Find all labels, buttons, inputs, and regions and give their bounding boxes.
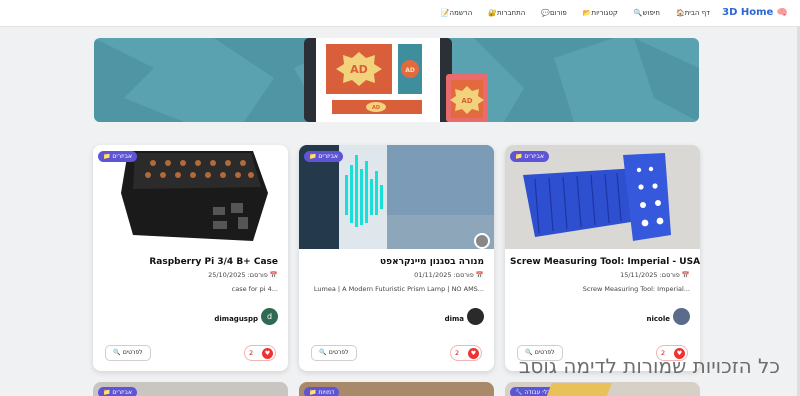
brain-icon: 🧠 [776,8,788,18]
model-card[interactable]: 📁 אביזרים [93,382,288,396]
like-button[interactable]: 2 ♥ [450,345,482,361]
watermark-shape [544,383,612,396]
avatar[interactable] [673,308,690,325]
ad-tablet-label: AD [461,97,472,105]
nav-categories[interactable]: 📂קטגוריות [581,9,618,17]
brand-logo[interactable]: 3D Home 🧠 [722,7,788,18]
model-card[interactable]: 📁 אביזרים מנורה בסגנון מיינקראפט 📅 פורסם… [299,145,494,371]
details-button[interactable]: 🔍 לפרטים [311,345,357,361]
copyright-watermark: כל הזכויות שמורות לדימה גוסב [518,354,780,378]
model-image[interactable]: 📁 אביזרים [93,145,288,249]
heart-icon: ♥ [262,348,273,359]
avatar[interactable]: d [261,308,278,325]
ad-bar-label: AD [372,105,380,111]
category-badge[interactable]: 📁 אביזרים [510,151,549,162]
like-count: 2 [249,349,254,357]
publish-date: 📅 פורסם: 25/10/2025 [208,271,278,279]
ad-banner-illustration: AD AD AD AD [94,38,699,122]
author-name[interactable]: dimaguspp [214,315,258,323]
nav-register[interactable]: 📝הרשמה [439,9,473,17]
author-name[interactable]: dima [445,315,464,323]
speech-bubble-icon: 💬 [541,9,551,17]
heart-icon: ♥ [468,348,479,359]
model-description: Screw Measuring Tool: Imperial... [582,285,690,293]
avatar[interactable] [467,308,484,325]
nav-forum-label: פורום [550,9,567,17]
category-badge[interactable]: 📁 אביזרים [98,151,137,162]
model-title[interactable]: Raspberry Pi 3/4 B+ Case [98,257,278,267]
lock-icon: 🔐 [488,9,498,17]
model-description: case for pi 4... [231,285,278,293]
nav-links: 🏠דף הבית 🔍חיפוש 📂קטגוריות 💬פורום 🔐התחברו… [439,9,710,17]
nav-home[interactable]: 🏠דף הבית [674,9,710,17]
house-icon: 🏠 [675,9,685,17]
category-badge[interactable]: 📁 אביזרים [98,387,137,396]
category-badge[interactable]: 📁 דמויות [304,387,340,396]
publish-date: 📅 פורסם: 01/11/2025 [414,271,484,279]
nav-register-label: הרשמה [449,9,473,17]
like-button[interactable]: 2 ♥ [244,345,276,361]
nav-categories-label: קטגוריות [591,9,618,17]
model-title[interactable]: Screw Measuring Tool: Imperial - USA [510,257,700,267]
category-badge[interactable]: 📁 אביזרים [304,151,343,162]
model-title[interactable]: מנורה בסגנון מיינקראפט [304,257,484,267]
folder-icon: 📂 [582,9,592,17]
nav-login-label: התחברות [497,9,526,17]
search-icon: 🔍 [633,9,643,17]
like-count: 2 [455,349,460,357]
ad-big-label: AD [350,63,368,76]
nav-login[interactable]: 🔐התחברות [486,9,525,17]
model-card[interactable]: 📁 אביזרים Screw Measuring Tool: Imperial… [505,145,700,371]
memo-icon: 📝 [440,9,450,17]
publish-date: 📅 פורסם: 15/11/2025 [620,271,690,279]
nav-forum[interactable]: 💬פורום [539,9,567,17]
nav-home-label: דף הבית [684,9,710,17]
model-image[interactable]: 📁 אביזרים [505,145,700,249]
model-card[interactable]: 📁 אביזרים Raspberry Pi 3/4 B+ Case 📅 פור… [93,145,288,371]
author-name[interactable]: nicole [647,315,671,323]
ad-small-label: AD [405,67,415,74]
nav-search[interactable]: 🔍חיפוש [632,9,660,17]
ad-banner[interactable]: AD AD AD AD [94,38,699,122]
model-image[interactable]: 📁 אביזרים [299,145,494,249]
nav-search-label: חיפוש [642,9,660,17]
model-description: Lumea | A Modern Futuristic Prism Lamp |… [313,285,484,293]
top-navbar: 3D Home 🧠 🏠דף הבית 🔍חיפוש 📂קטגוריות 💬פור… [0,0,800,27]
details-button[interactable]: 🔍 לפרטים [105,345,151,361]
brand-label: 3D Home [722,7,774,18]
model-card[interactable]: 📁 דמויות [299,382,494,396]
avatar[interactable] [474,233,490,249]
